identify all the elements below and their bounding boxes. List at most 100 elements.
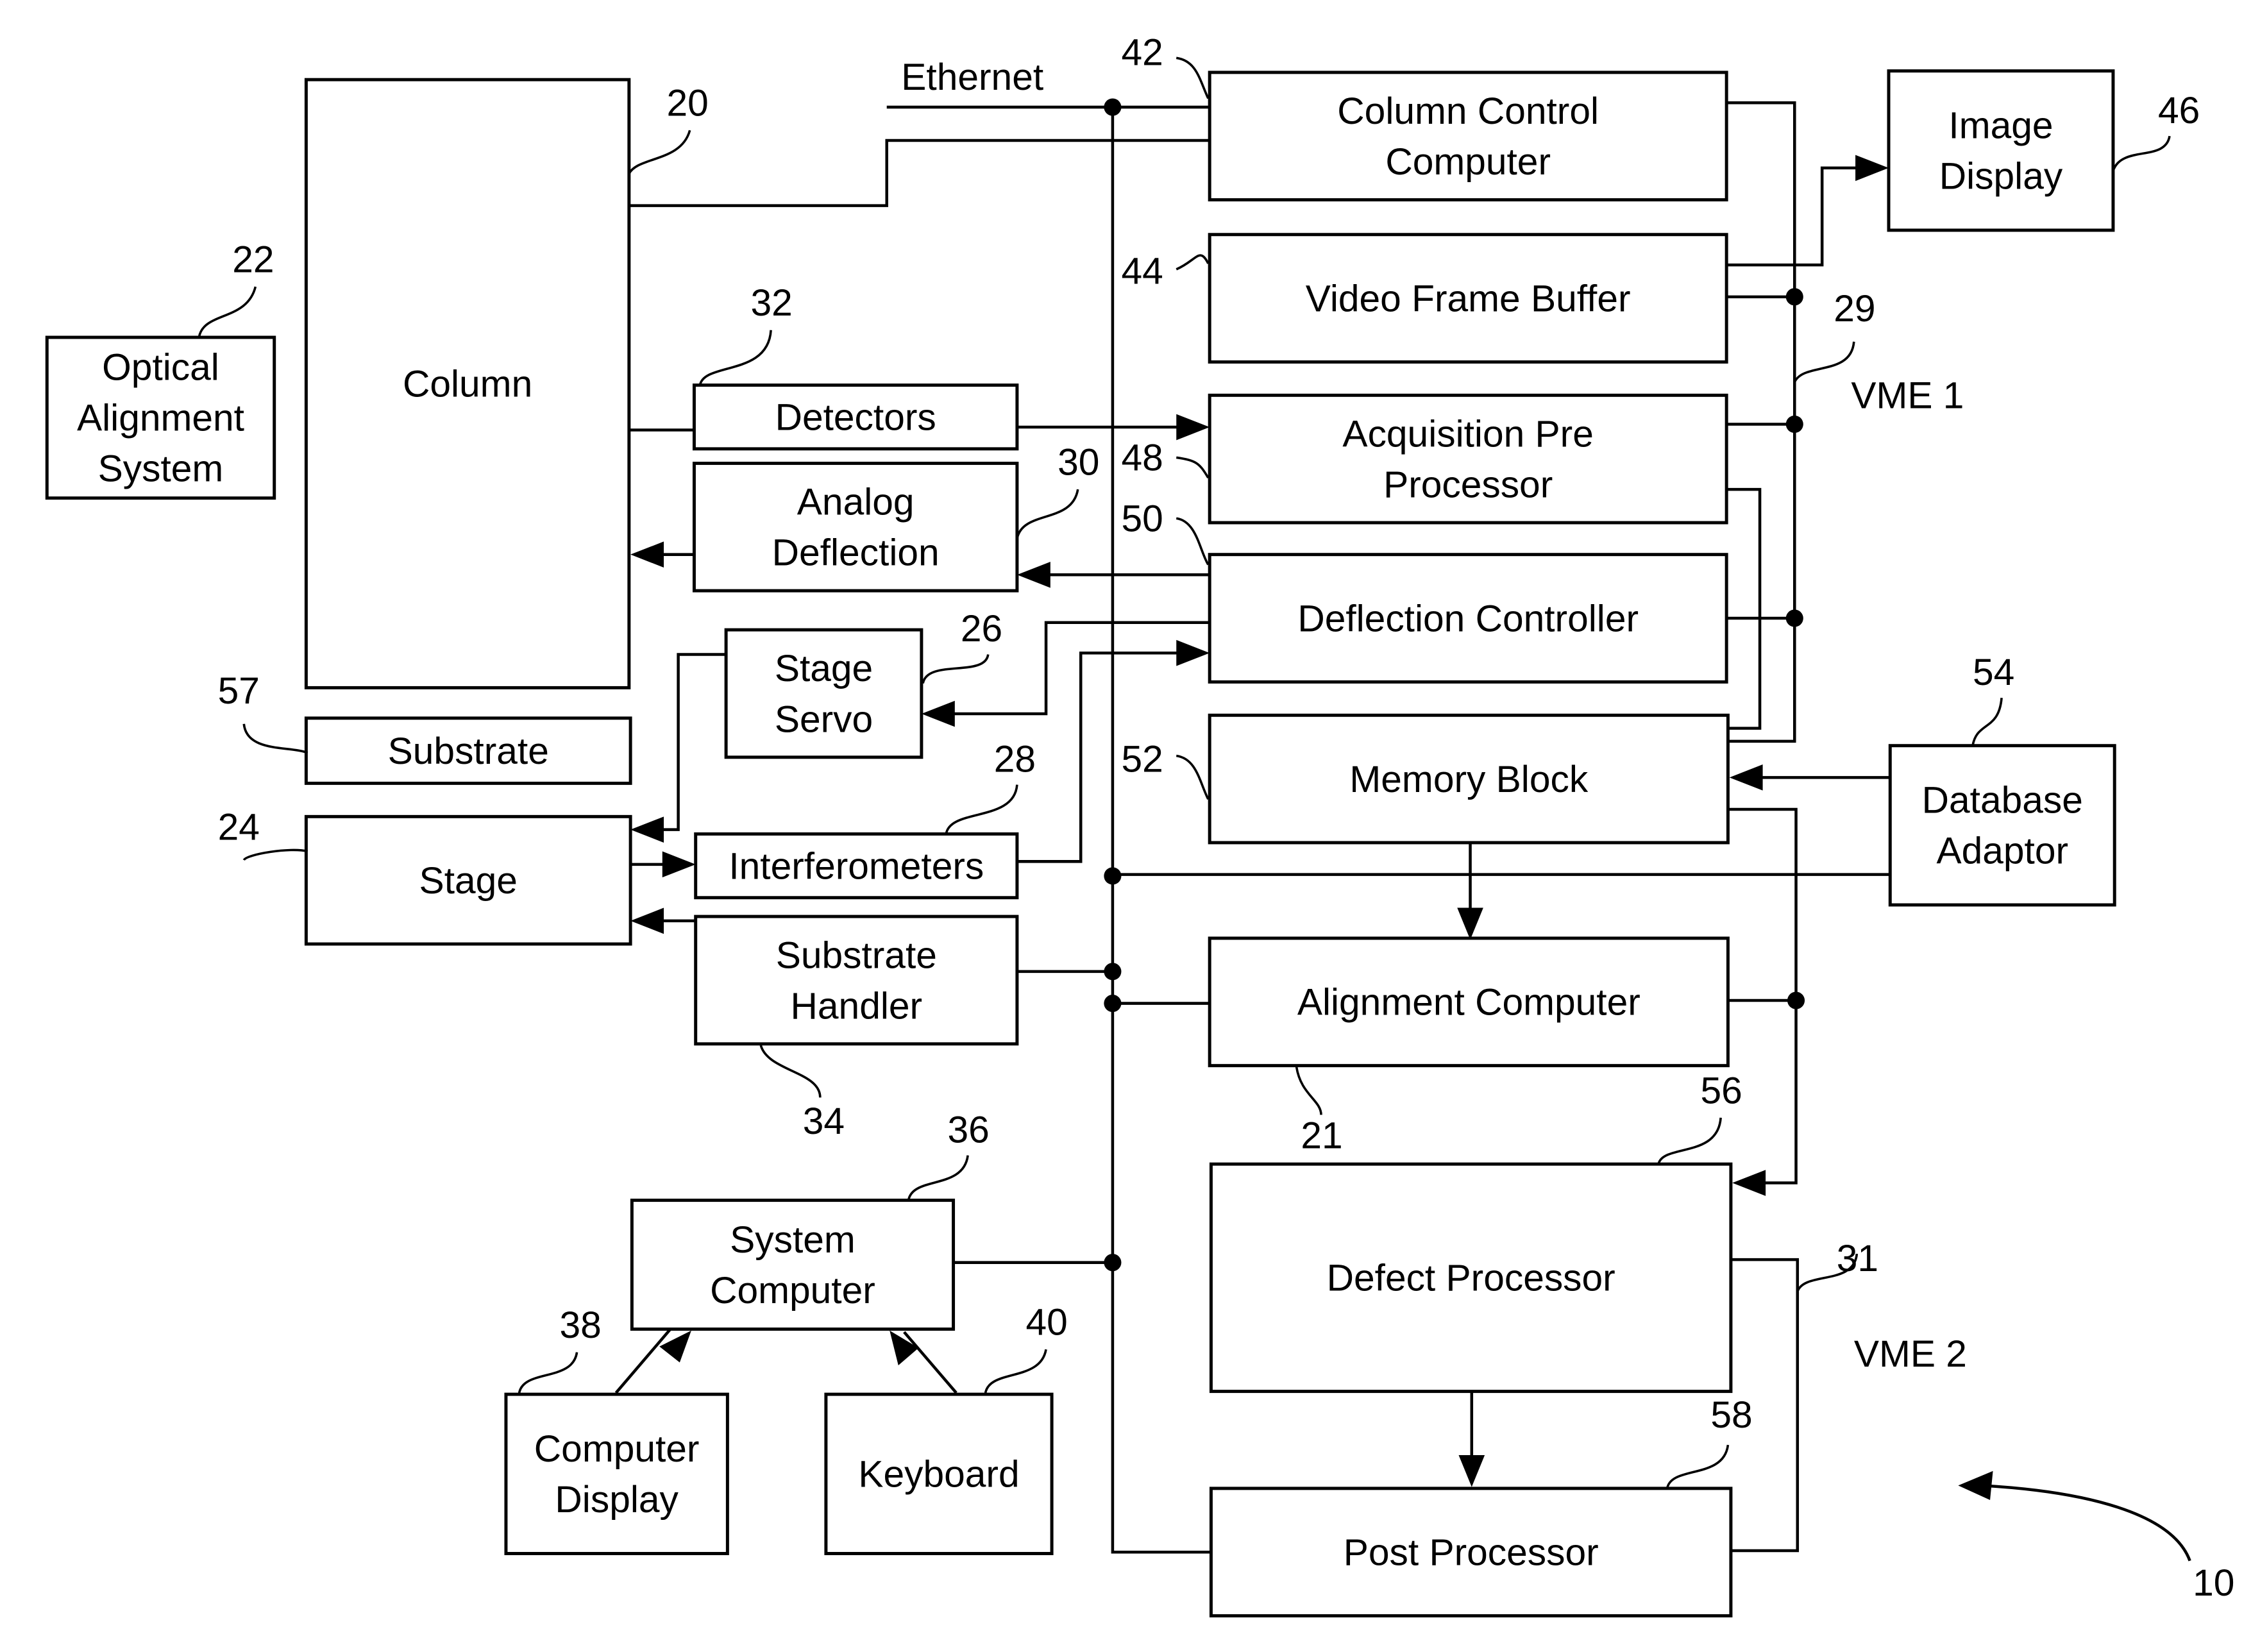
block-label-syscomp: System	[730, 1219, 856, 1261]
reference-leader	[1176, 254, 1210, 271]
reference-leader	[1176, 754, 1210, 800]
arrow-analog	[1016, 561, 1050, 588]
block-label-syscomp: Computer	[710, 1270, 875, 1311]
junction	[1104, 867, 1122, 885]
reference-leader	[1665, 1444, 1730, 1489]
arrow-stage-bottom	[630, 907, 664, 934]
ref-number-servo: 26	[961, 608, 1002, 650]
block-label-optical: Alignment	[77, 398, 244, 439]
reference-leader	[984, 1349, 1047, 1395]
junction	[1104, 1254, 1122, 1272]
junction	[1104, 98, 1122, 116]
ref-number-syscomp: 36	[948, 1109, 990, 1150]
arrow-acq	[1176, 414, 1210, 441]
reference-leader	[242, 848, 308, 861]
ref-number-interf: 28	[994, 738, 1036, 780]
block-label-mem: Memory Block	[1349, 759, 1588, 800]
block-label-column: Column	[403, 364, 532, 405]
arrow-defect	[1732, 1170, 1766, 1196]
block-label-dbadapt: Adaptor	[1936, 830, 2068, 872]
reference-leader	[759, 1045, 822, 1098]
acq-to-mem	[1728, 487, 1762, 730]
reference-leader	[698, 330, 772, 386]
arrow-syscomp-right	[890, 1330, 919, 1365]
block-label-optical: System	[98, 448, 224, 490]
junction	[1785, 415, 1803, 434]
arrow-align	[1457, 907, 1483, 940]
reference-leader	[1176, 56, 1210, 99]
ref-number-align: 21	[1301, 1115, 1342, 1156]
ref-number-imgdisp: 46	[2158, 90, 2200, 131]
block-label-compdisp: Computer	[534, 1428, 700, 1470]
arrow-defl	[1176, 639, 1210, 666]
ref-number-vfb: 44	[1121, 251, 1163, 292]
block-label-vfb: Video Frame Buffer	[1306, 278, 1631, 319]
arrow-mem	[1729, 764, 1763, 791]
arrow-stage-top	[630, 816, 664, 843]
vme1-label: VME 1	[1851, 375, 1964, 417]
figure-ref: 10	[2193, 1562, 2234, 1604]
reference-leader	[1016, 489, 1079, 539]
reference-leader	[945, 784, 1018, 834]
reference-leader	[1295, 1066, 1322, 1115]
junction	[1104, 963, 1122, 981]
servo-to-stage	[655, 653, 727, 831]
reference-leader	[1176, 456, 1210, 478]
compdisp-to-syscomp	[614, 1322, 677, 1394]
reference-leader	[1657, 1117, 1722, 1165]
vme1-ref: 29	[1834, 288, 1875, 330]
block-label-servo: Servo	[775, 698, 873, 740]
junction	[1104, 995, 1122, 1013]
block-label-imgdisp: Image	[1948, 105, 2053, 147]
block-label-keyboard: Keyboard	[858, 1454, 1019, 1496]
block-label-optical: Optical	[102, 347, 219, 389]
ref-number-keyboard: 40	[1025, 1302, 1067, 1344]
reference-leader	[198, 286, 257, 338]
vme2-label: VME 2	[1854, 1333, 1967, 1375]
ref-number-analog: 30	[1058, 442, 1099, 484]
column-to-ccc	[628, 139, 1210, 207]
reference-leader	[907, 1155, 969, 1201]
reference-leader	[1971, 698, 2003, 746]
reference-leader	[922, 654, 990, 684]
ref-number-post: 58	[1710, 1394, 1752, 1436]
block-label-detectors: Detectors	[775, 397, 936, 439]
block-imgdisp	[1887, 69, 2115, 232]
ref-number-ccc: 42	[1121, 32, 1163, 74]
ref-number-optical: 22	[232, 239, 274, 280]
block-dbadapt	[1888, 744, 2116, 907]
arrow-interf	[662, 851, 696, 878]
block-label-acq: Acquisition Pre	[1342, 413, 1593, 455]
arrow-servo	[921, 700, 955, 727]
block-label-acq: Processor	[1383, 464, 1553, 506]
junction	[1785, 609, 1803, 627]
ref-number-stage: 24	[218, 806, 260, 848]
junction	[1787, 991, 1805, 1009]
ref-number-acq: 48	[1121, 437, 1163, 479]
reference-leader	[2112, 135, 2171, 172]
ethernet-trunk	[1111, 107, 1213, 1554]
ref-number-column: 20	[667, 83, 709, 124]
vme2-ref: 31	[1837, 1238, 1878, 1279]
ref-number-mem: 52	[1121, 738, 1163, 780]
block-label-handler: Substrate	[776, 934, 937, 976]
figure-pointer-arrow	[1981, 1484, 2191, 1562]
block-label-defl: Deflection Controller	[1297, 598, 1639, 639]
block-label-analog: Deflection	[772, 532, 940, 574]
arrow-column	[630, 541, 664, 568]
block-label-analog: Analog	[797, 482, 915, 523]
ref-number-detectors: 32	[750, 282, 792, 324]
block-label-defect: Defect Processor	[1327, 1258, 1615, 1299]
keyboard-to-syscomp	[903, 1331, 957, 1394]
block-label-ccc: Column Control	[1337, 90, 1599, 132]
ref-number-substrate: 57	[218, 670, 260, 712]
block-label-dbadapt: Database	[1922, 780, 2083, 822]
block-label-stage: Stage	[419, 860, 518, 902]
block-label-substrate: Substrate	[388, 730, 549, 772]
ref-number-handler: 34	[803, 1100, 845, 1142]
block-label-post: Post Processor	[1344, 1532, 1599, 1574]
block-label-servo: Stage	[775, 648, 873, 689]
block-compdisp	[504, 1392, 729, 1555]
junction	[1785, 288, 1803, 306]
block-diagram: Column 20 Optical Alignment System 22 Detector…	[45, 32, 2234, 1618]
